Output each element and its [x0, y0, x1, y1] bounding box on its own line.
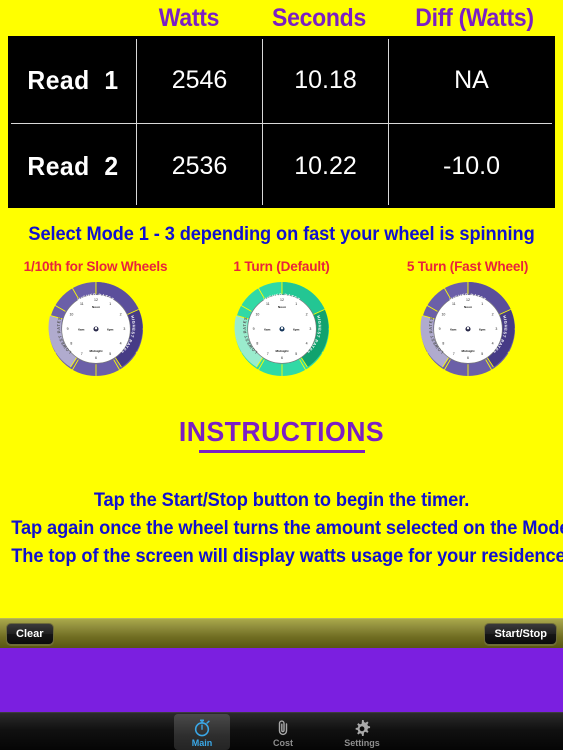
svg-text:6pm: 6pm: [292, 327, 299, 331]
mode-prompt-text: Select Mode 1 - 3 depending on fast your…: [28, 224, 535, 245]
rate-dial-icon-3[interactable]: HIGHER RATES HIGHEST RATES LOWEST RATES …: [419, 280, 517, 378]
svg-text:9: 9: [252, 327, 254, 331]
instruction-line: The top of the screen will display watts…: [11, 546, 563, 567]
mode-option-3-label: 5 Turn (Fast Wheel): [406, 258, 529, 274]
svg-text:9: 9: [66, 327, 68, 331]
svg-text:1: 1: [109, 302, 111, 306]
svg-text:3: 3: [309, 327, 311, 331]
stopwatch-icon: [192, 718, 212, 738]
table-row: Read 1: [9, 37, 136, 123]
tab-main-label: Main: [191, 738, 213, 748]
row-label-read-1: Read 1: [26, 64, 119, 95]
start-stop-button[interactable]: Start/Stop: [484, 623, 557, 645]
mode-option-2[interactable]: 1 Turn (Default) HIGHER RATES HIGHEST RA…: [188, 258, 375, 398]
svg-text:6: 6: [467, 356, 469, 360]
svg-text:Noon: Noon: [92, 305, 100, 309]
instructions-body: Tap the Start/Stop button to begin the t…: [0, 487, 563, 571]
cell-read-1-watts: 2546: [171, 65, 228, 94]
svg-text:9: 9: [438, 327, 440, 331]
svg-text:4: 4: [305, 342, 307, 346]
svg-text:Midnight: Midnight: [461, 349, 474, 353]
purple-panel: [0, 648, 563, 712]
svg-text:6am: 6am: [78, 327, 84, 331]
mode-option-1[interactable]: 1/10th for Slow Wheels HIGHER RATES HIGH…: [2, 258, 189, 398]
tab-settings[interactable]: Settings: [334, 714, 390, 750]
svg-text:6pm: 6pm: [106, 327, 113, 331]
svg-text:3: 3: [123, 327, 125, 331]
svg-text:4: 4: [119, 342, 121, 346]
svg-text:12: 12: [466, 298, 470, 302]
svg-text:6pm: 6pm: [478, 327, 485, 331]
svg-text:5: 5: [481, 352, 483, 356]
svg-text:11: 11: [265, 302, 269, 306]
mode-option-1-label: 1/10th for Slow Wheels: [23, 258, 168, 274]
svg-text:1: 1: [481, 302, 483, 306]
svg-text:10: 10: [255, 312, 259, 316]
table-row: Read 2: [9, 124, 136, 209]
svg-text:6: 6: [281, 356, 283, 360]
instructions-heading-underline: [198, 450, 365, 453]
svg-text:3: 3: [495, 327, 497, 331]
svg-text:Noon: Noon: [464, 305, 472, 309]
tab-settings-label: Settings: [344, 738, 380, 748]
column-header-watts: Watts: [158, 4, 220, 32]
svg-text:2: 2: [491, 312, 493, 316]
svg-text:10: 10: [441, 312, 445, 316]
svg-text:Noon: Noon: [278, 305, 286, 309]
svg-text:11: 11: [79, 302, 83, 306]
svg-text:7: 7: [266, 352, 268, 356]
gear-icon: [352, 718, 372, 738]
app-screen: Watts Seconds Diff (Watts) Read 1 2546 1…: [0, 0, 563, 750]
instruction-line: Tap the Start/Stop button to begin the t…: [93, 490, 470, 511]
main-content: Watts Seconds Diff (Watts) Read 1 2546 1…: [0, 0, 563, 618]
tab-main[interactable]: Main: [174, 714, 230, 750]
svg-text:5: 5: [295, 352, 297, 356]
paperclip-icon: [273, 718, 293, 738]
cell-read-1-diff: NA: [454, 65, 489, 94]
svg-text:8: 8: [442, 342, 444, 346]
cell-read-2-diff: -10.0: [443, 152, 500, 180]
tab-cost-label: Cost: [273, 738, 293, 748]
svg-text:1: 1: [295, 302, 297, 306]
svg-text:10: 10: [69, 312, 73, 316]
svg-text:12: 12: [94, 298, 98, 302]
svg-text:7: 7: [452, 352, 454, 356]
svg-text:5: 5: [109, 352, 111, 356]
cell-read-2-seconds: 10.22: [294, 152, 357, 180]
svg-text:2: 2: [305, 312, 307, 316]
svg-text:8: 8: [70, 342, 72, 346]
svg-text:11: 11: [451, 302, 455, 306]
instruction-line: Tap again once the wheel turns the amoun…: [11, 518, 563, 539]
column-header-diff: Diff (Watts): [415, 4, 534, 32]
column-header-seconds: Seconds: [272, 4, 366, 32]
table-header-row: Watts Seconds Diff (Watts): [8, 2, 555, 36]
svg-text:6am: 6am: [264, 327, 270, 331]
clear-button[interactable]: Clear: [6, 623, 54, 645]
svg-text:6: 6: [95, 356, 97, 360]
svg-text:6am: 6am: [450, 327, 456, 331]
instructions-heading: INSTRUCTIONS: [178, 416, 385, 447]
tab-cost[interactable]: Cost: [255, 714, 311, 750]
mode-option-2-label: 1 Turn (Default): [233, 258, 330, 274]
svg-text:Midnight: Midnight: [275, 349, 288, 353]
rate-dial-icon-2[interactable]: HIGHER RATES HIGHEST RATES LOWEST RATES …: [233, 280, 331, 378]
mode-option-3[interactable]: 5 Turn (Fast Wheel) HIGHER RATES HIGHEST…: [374, 258, 561, 398]
svg-text:8: 8: [256, 342, 258, 346]
svg-text:7: 7: [80, 352, 82, 356]
tab-bar: Main Cost Settings: [0, 712, 563, 750]
bottom-toolbar: Clear Start/Stop: [0, 618, 563, 648]
svg-text:2: 2: [119, 312, 121, 316]
mode-selector: 1/10th for Slow Wheels HIGHER RATES HIGH…: [0, 258, 563, 398]
svg-text:4: 4: [491, 342, 493, 346]
svg-text:12: 12: [280, 298, 284, 302]
readings-table: Read 1 2546 10.18 NA Read 2 2536 10.22 -…: [8, 36, 555, 208]
svg-text:Midnight: Midnight: [89, 349, 102, 353]
rate-dial-icon-1[interactable]: HIGHER RATES HIGHEST RATES LOWEST RATES …: [47, 280, 145, 378]
cell-read-2-watts: 2536: [171, 152, 228, 180]
row-label-read-2: Read 2: [26, 151, 119, 181]
cell-read-1-seconds: 10.18: [294, 65, 357, 94]
